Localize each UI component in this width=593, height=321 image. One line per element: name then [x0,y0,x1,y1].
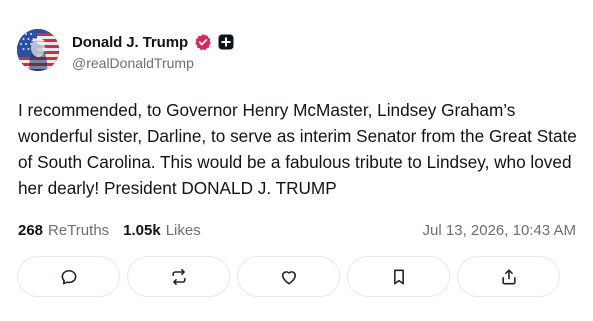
reply-button[interactable] [17,256,120,297]
verified-check-icon [195,34,211,51]
bookmark-icon [393,269,404,284]
post-timestamp[interactable]: Jul 13, 2026, 10:43 AM [423,222,576,239]
likes-stat[interactable]: 1.05k Likes [123,222,201,239]
retruths-count: 268 [18,221,44,239]
reply-icon [61,269,76,284]
share-icon [501,268,516,284]
retruths-label: ReTruths [48,221,110,239]
author-display-name[interactable]: Donald J. Trump [72,34,188,51]
likes-count: 1.05k [123,221,161,239]
plus-badge-icon [218,34,234,50]
truth-post-card: Donald J. Trump @realDonaldTrump I recom… [0,0,593,321]
share-button[interactable] [457,256,560,297]
flag-portrait-avatar [17,29,59,71]
retruth-button[interactable] [127,256,230,297]
retruths-stat[interactable]: 268 ReTruths [18,222,109,239]
action-bar [17,256,560,297]
like-icon [281,270,296,284]
bookmark-button[interactable] [347,256,450,297]
likes-label: Likes [165,221,201,239]
retruth-icon [171,268,186,285]
like-button[interactable] [237,256,340,297]
post-stats: 268 ReTruths 1.05k Likes Jul 13, 2026, 1… [18,220,576,240]
author-handle[interactable]: @realDonaldTrump [72,55,194,71]
post-body-text: I recommended, to Governor Henry McMaste… [18,100,577,198]
author-name-row: Donald J. Trump [72,32,234,52]
avatar[interactable] [17,29,59,71]
